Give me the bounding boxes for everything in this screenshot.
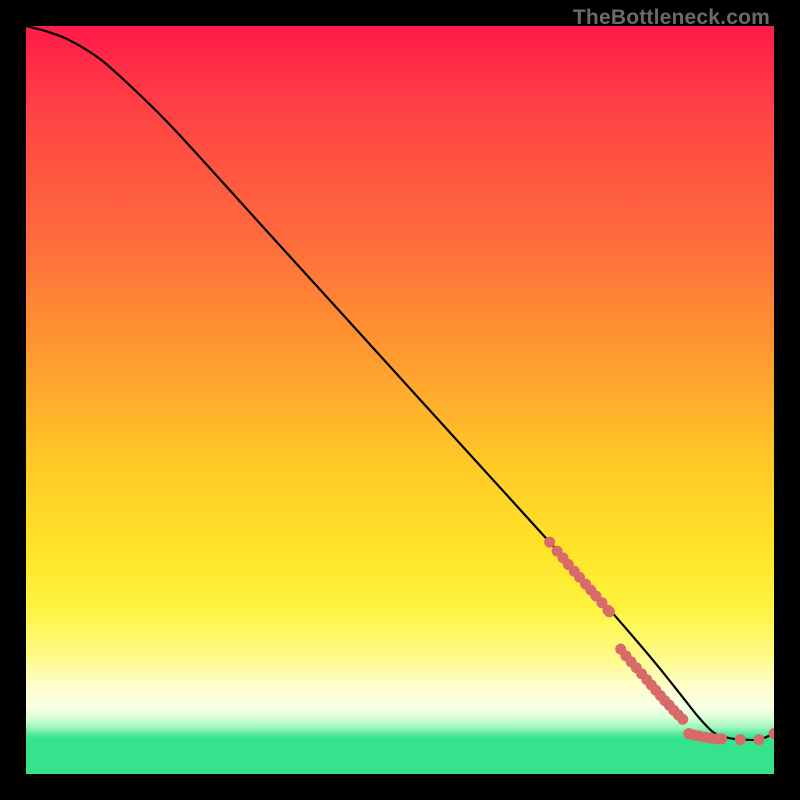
data-point <box>544 537 555 548</box>
chart-svg <box>26 26 774 774</box>
data-point <box>735 734 746 745</box>
plot-area <box>26 26 774 774</box>
data-point <box>716 733 727 744</box>
chart-container: TheBottleneck.com <box>0 0 800 800</box>
data-point <box>604 606 615 617</box>
data-point <box>769 728 775 739</box>
bottleneck-curve <box>26 26 774 740</box>
data-point <box>754 734 765 745</box>
data-point <box>677 714 688 725</box>
data-points <box>544 537 774 745</box>
